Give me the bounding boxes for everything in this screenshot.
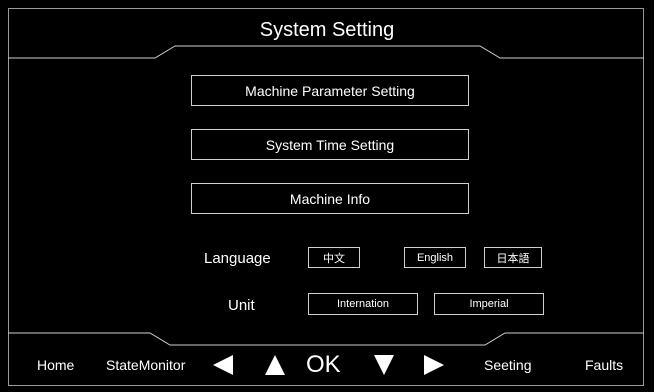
state-monitor-button[interactable]: StateMonitor (106, 344, 185, 386)
home-button[interactable]: Home (37, 344, 74, 386)
down-arrow-icon (374, 355, 394, 375)
bottom-nav-bar: Home StateMonitor OK Seeting Faults (8, 344, 644, 386)
left-arrow-icon (213, 355, 233, 375)
language-japanese-button[interactable]: 日本語 (484, 247, 542, 268)
left-button[interactable] (213, 344, 233, 386)
right-arrow-icon (424, 355, 444, 375)
system-setting-screen: System Setting Machine Parameter Setting… (0, 0, 654, 392)
unit-internation-button[interactable]: Internation (308, 293, 418, 315)
unit-label: Unit (228, 297, 255, 314)
down-button[interactable] (374, 344, 394, 386)
language-chinese-button[interactable]: 中文 (308, 247, 360, 268)
machine-info-button[interactable]: Machine Info (191, 183, 469, 214)
up-button[interactable] (265, 344, 285, 386)
machine-parameter-setting-button[interactable]: Machine Parameter Setting (191, 75, 469, 106)
ok-button[interactable]: OK (306, 344, 341, 386)
right-button[interactable] (424, 344, 444, 386)
seeting-button[interactable]: Seeting (484, 344, 531, 386)
language-label: Language (204, 250, 271, 267)
unit-imperial-button[interactable]: Imperial (434, 293, 544, 315)
page-title: System Setting (259, 19, 395, 41)
up-arrow-icon (265, 355, 285, 375)
faults-button[interactable]: Faults (585, 344, 623, 386)
system-time-setting-button[interactable]: System Time Setting (191, 129, 469, 160)
language-english-button[interactable]: English (404, 247, 466, 268)
